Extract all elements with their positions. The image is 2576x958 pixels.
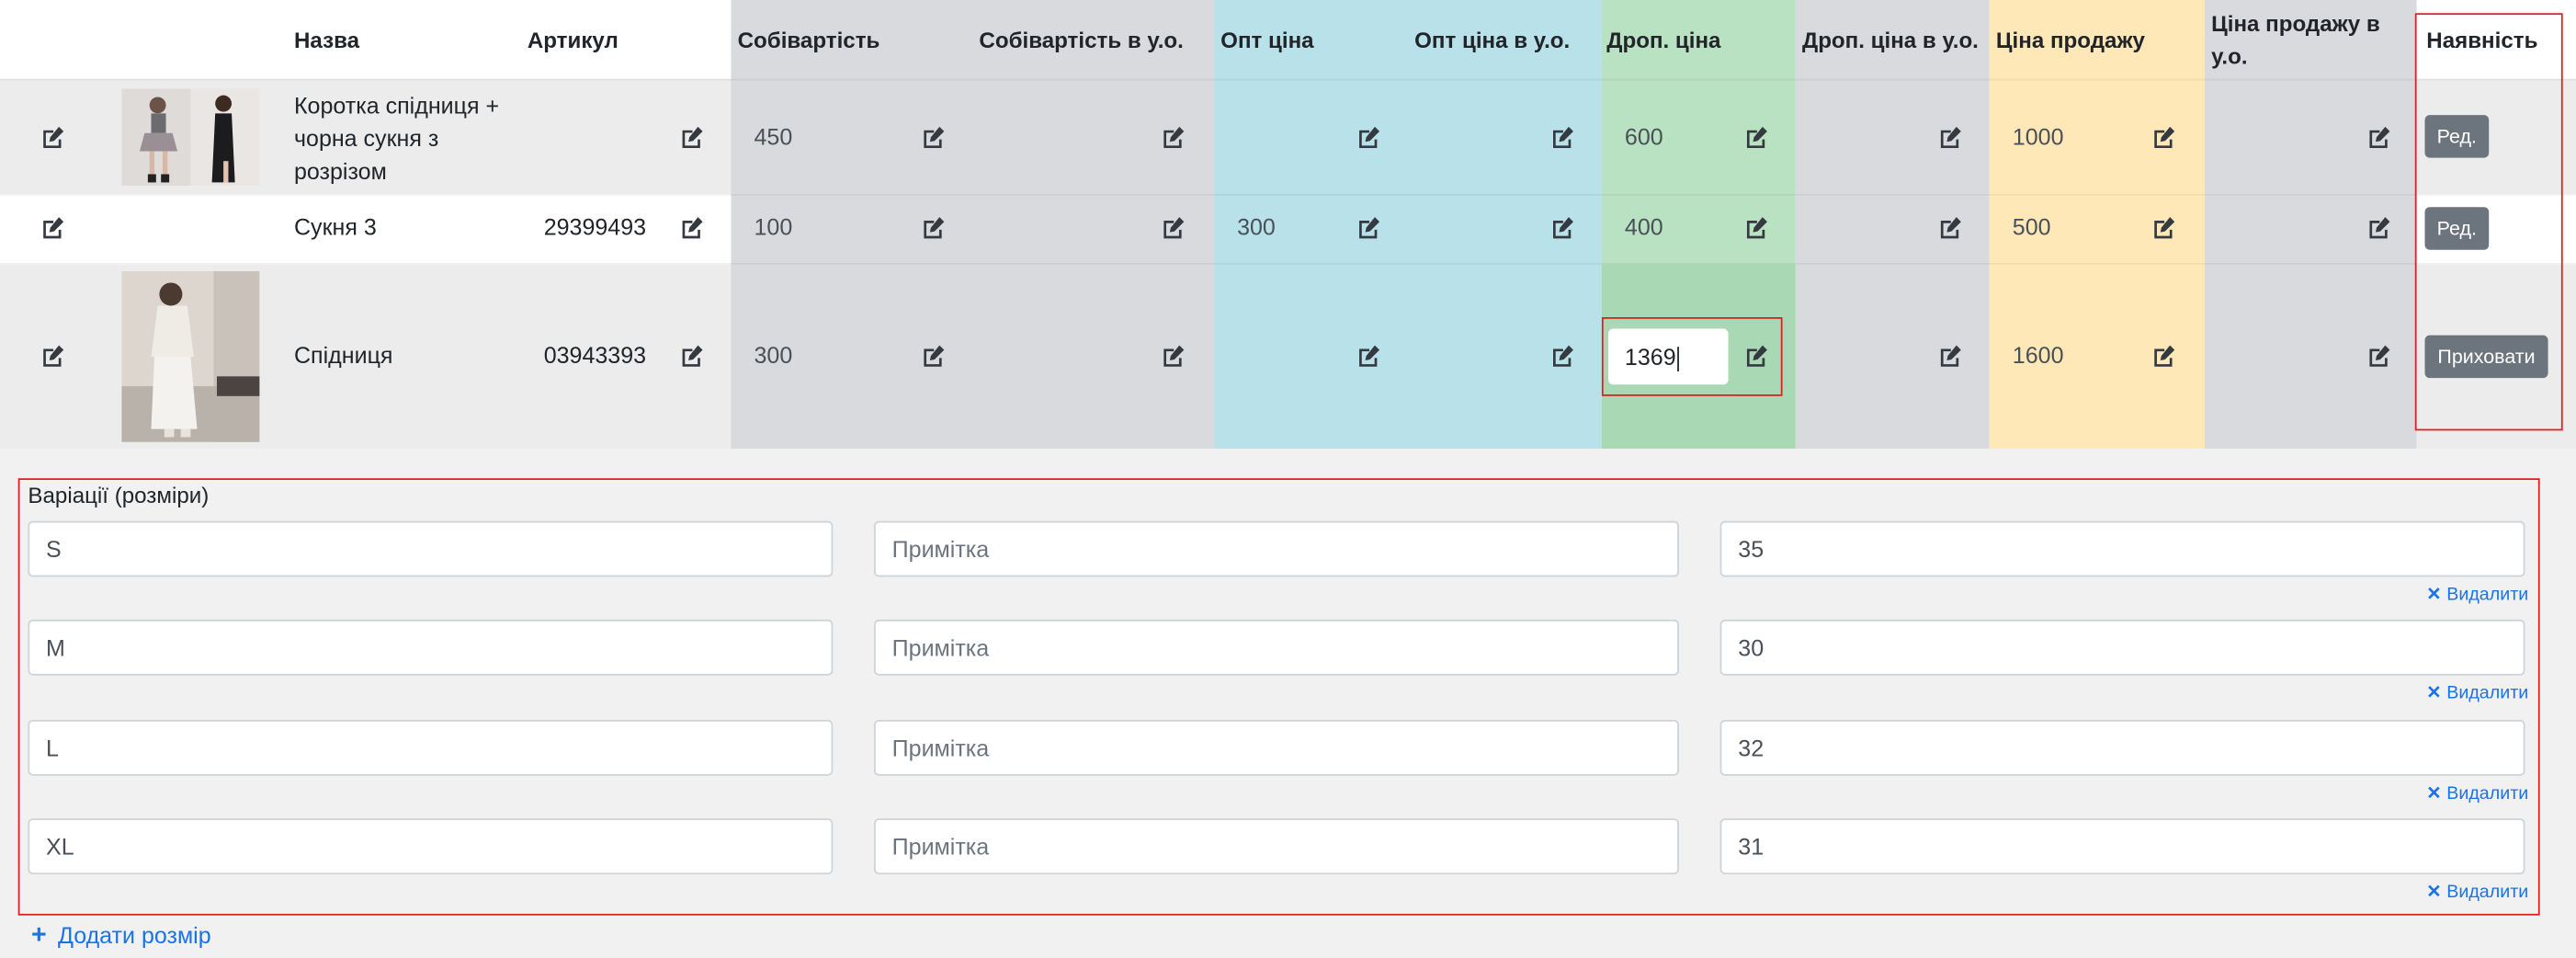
header-cost: Собівартість bbox=[737, 28, 880, 53]
edit-icon[interactable] bbox=[1550, 344, 1575, 369]
close-icon: ✕ bbox=[2426, 683, 2442, 704]
delete-variation-link[interactable]: ✕ Видалити bbox=[2426, 682, 2528, 705]
product-name: Сукня 3 bbox=[293, 213, 377, 240]
header-drop-ue: Дроп. ціна в у.о. bbox=[1801, 28, 1979, 53]
size-input[interactable]: L bbox=[28, 719, 834, 776]
edit-icon[interactable] bbox=[2152, 215, 2177, 240]
quantity-input[interactable]: 31 bbox=[1719, 818, 2525, 875]
add-size-link[interactable]: + Додати розмір bbox=[31, 922, 211, 950]
cost-value: 100 bbox=[754, 213, 793, 240]
edit-icon[interactable] bbox=[2367, 215, 2392, 240]
edit-icon[interactable] bbox=[1162, 215, 1186, 240]
header-article: Артикул bbox=[527, 28, 618, 53]
product-name: Спідниця bbox=[293, 341, 393, 369]
edit-icon[interactable] bbox=[41, 125, 66, 150]
edit-icon[interactable] bbox=[1744, 125, 1769, 150]
header-drop: Дроп. ціна bbox=[1606, 28, 1721, 53]
edit-icon[interactable] bbox=[2367, 344, 2392, 369]
edit-icon[interactable] bbox=[922, 344, 947, 369]
cost-value: 450 bbox=[754, 123, 793, 150]
edit-icon[interactable] bbox=[680, 215, 705, 240]
product-article: 29399493( bbox=[543, 213, 646, 240]
variations-title: Варіації (розміри) bbox=[28, 483, 210, 508]
col-cost-bg bbox=[731, 0, 1215, 450]
edit-icon[interactable] bbox=[41, 215, 66, 240]
delete-variation-label: Видалити bbox=[2446, 683, 2529, 704]
header-name: Назва bbox=[293, 28, 360, 53]
cost-value: 300 bbox=[754, 341, 793, 369]
drop-value: 600 bbox=[1624, 123, 1663, 150]
note-input[interactable]: Примітка bbox=[874, 719, 1679, 776]
quantity-input[interactable]: 35 bbox=[1719, 520, 2525, 577]
header-wholesale: Опт ціна bbox=[1220, 28, 1314, 53]
edit-icon[interactable] bbox=[1357, 344, 1382, 369]
edit-icon[interactable] bbox=[2152, 344, 2177, 369]
close-icon: ✕ bbox=[2426, 882, 2442, 903]
delete-variation-link[interactable]: ✕ Видалити bbox=[2426, 881, 2528, 904]
edit-icon[interactable] bbox=[922, 125, 947, 150]
edit-icon[interactable] bbox=[1162, 344, 1186, 369]
wholesale-value: 300 bbox=[1237, 213, 1276, 240]
note-input[interactable]: Примітка bbox=[874, 619, 1679, 676]
highlight-box-availability bbox=[2414, 13, 2563, 431]
sale-value: 1600 bbox=[2012, 341, 2064, 369]
edit-icon[interactable] bbox=[1357, 125, 1382, 150]
size-input[interactable]: M bbox=[28, 619, 834, 676]
delete-variation-link[interactable]: ✕ Видалити bbox=[2426, 584, 2528, 607]
edit-icon[interactable] bbox=[1938, 215, 1963, 240]
header-cost-ue: Собівартість в у.о. bbox=[979, 28, 1184, 53]
edit-icon[interactable] bbox=[41, 344, 66, 369]
product-image bbox=[121, 88, 260, 186]
note-input[interactable]: Примітка bbox=[874, 520, 1679, 577]
quantity-input[interactable]: 32 bbox=[1719, 719, 2525, 776]
edit-icon[interactable] bbox=[1938, 344, 1963, 369]
edit-icon[interactable] bbox=[1550, 215, 1575, 240]
stage: Назва Артикул Собівартість Собівартість … bbox=[0, 0, 2576, 958]
delete-variation-link[interactable]: ✕ Видалити bbox=[2426, 782, 2528, 805]
product-article: 03943393 bbox=[543, 341, 647, 369]
delete-variation-label: Видалити bbox=[2446, 882, 2529, 903]
note-input[interactable]: Примітка bbox=[874, 818, 1679, 875]
highlight-box-drop-input bbox=[1601, 317, 1783, 396]
drop-value: 400 bbox=[1624, 213, 1663, 240]
header-wholesale-ue: Опт ціна в у.о. bbox=[1414, 28, 1571, 53]
close-icon: ✕ bbox=[2426, 783, 2442, 804]
delete-variation-label: Видалити bbox=[2446, 783, 2529, 804]
edit-icon[interactable] bbox=[1938, 125, 1963, 150]
quantity-input[interactable]: 30 bbox=[1719, 619, 2525, 676]
edit-icon[interactable] bbox=[2152, 125, 2177, 150]
plus-icon: + bbox=[30, 921, 47, 951]
size-input[interactable]: S bbox=[28, 520, 834, 577]
edit-icon[interactable] bbox=[1162, 125, 1186, 150]
sale-value: 500 bbox=[2012, 213, 2051, 240]
size-input[interactable]: XL bbox=[28, 818, 834, 875]
header-sale: Ціна продажу bbox=[1995, 28, 2145, 53]
row-divider bbox=[0, 78, 2576, 81]
product-name: Коротка спідниця + чорна сукня з розрізо… bbox=[293, 92, 500, 185]
add-size-label: Додати розмір bbox=[57, 921, 211, 949]
product-image bbox=[121, 270, 260, 442]
edit-icon[interactable] bbox=[1550, 125, 1575, 150]
sale-value: 1000 bbox=[2012, 123, 2064, 150]
close-icon: ✕ bbox=[2426, 585, 2442, 605]
edit-icon[interactable] bbox=[680, 344, 705, 369]
row-divider bbox=[0, 193, 2576, 196]
edit-icon[interactable] bbox=[680, 125, 705, 150]
edit-icon[interactable] bbox=[1744, 215, 1769, 240]
edit-icon[interactable] bbox=[1357, 215, 1382, 240]
header-sale-ue: Ціна продажу в у.о. bbox=[2211, 11, 2380, 70]
row-divider bbox=[0, 263, 2576, 265]
edit-icon[interactable] bbox=[2367, 125, 2392, 150]
delete-variation-label: Видалити bbox=[2446, 585, 2529, 605]
edit-icon[interactable] bbox=[922, 215, 947, 240]
